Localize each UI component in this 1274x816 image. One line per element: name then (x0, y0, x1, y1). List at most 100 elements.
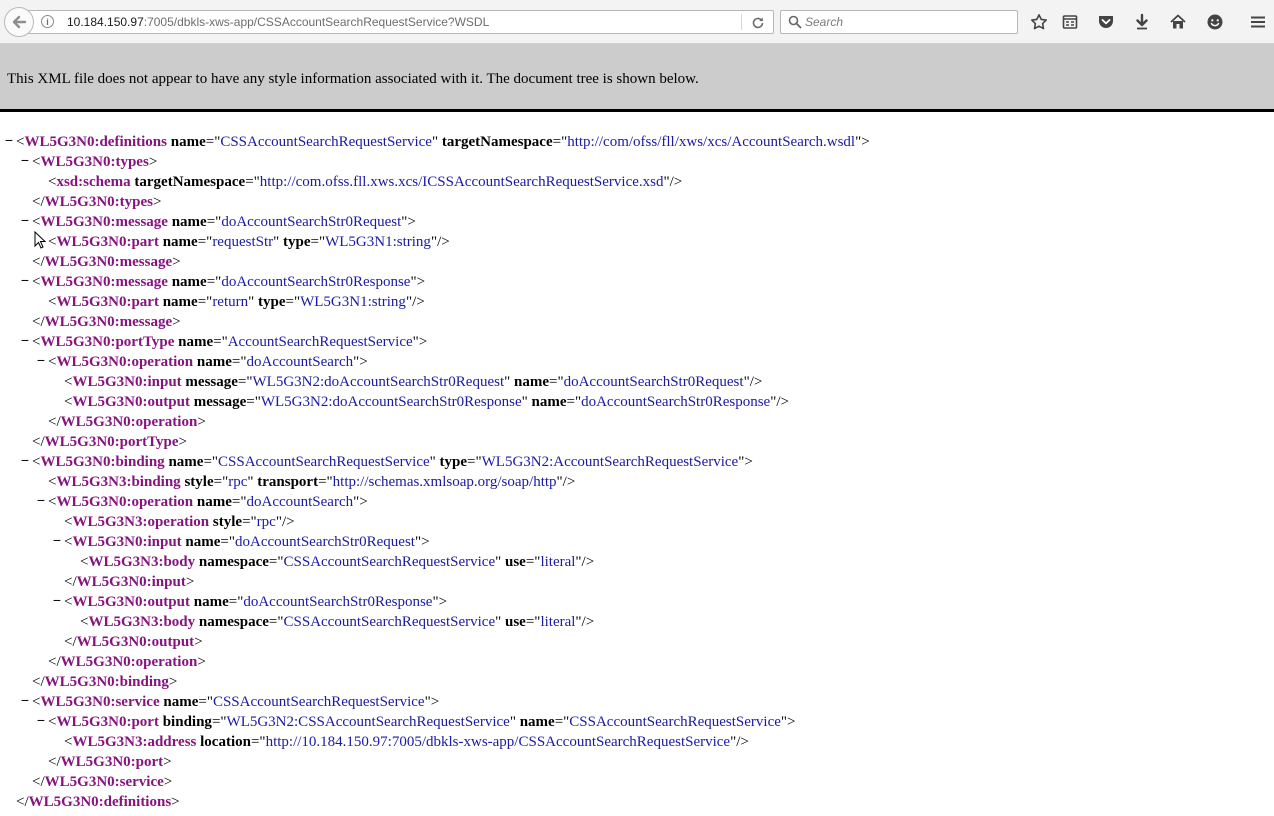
collapse-toggle[interactable]: − (18, 212, 32, 228)
xml-line: <WL5G3N0:types> (32, 152, 157, 172)
tag-close-bracket: > (163, 774, 173, 790)
collapse-toggle[interactable]: − (18, 452, 32, 468)
attribute-name: name (196, 494, 232, 510)
xml-line: </WL5G3N0:operation> (48, 652, 206, 672)
tag-close-bracket: > (787, 714, 796, 730)
collapse-toggle[interactable]: − (50, 592, 64, 608)
attribute-value: http://com.ofss.fll.xws.xcs/ICSSAccountS… (259, 174, 664, 190)
attribute-name: namespace (198, 554, 269, 570)
menu-button[interactable] (1247, 11, 1269, 33)
attribute-value: doAccountSearchStr0Request (235, 534, 415, 550)
xml-line: <WL5G3N0:message name="doAccountSearchSt… (32, 212, 416, 232)
back-button[interactable] (4, 7, 34, 37)
attribute-name: name (185, 534, 221, 550)
attribute-quote: =" (220, 534, 236, 550)
pocket-button[interactable] (1095, 11, 1117, 33)
info-icon[interactable]: i (41, 15, 54, 28)
tag-open-bracket: </ (32, 194, 45, 210)
tag-open-bracket: </ (32, 314, 45, 330)
attribute-value: rpc (228, 474, 248, 490)
attribute-name: type (258, 294, 286, 310)
tag-close-bracket: /> (581, 614, 595, 630)
tag-close-bracket: /> (412, 294, 425, 310)
attribute-quote: " (247, 474, 254, 490)
xml-line: <WL5G3N0:output name="doAccountSearchStr… (64, 592, 447, 612)
url-text[interactable]: 10.184.150.97:7005/dbkls-xws-app/CSSAcco… (67, 15, 489, 29)
collapse-toggle[interactable]: − (34, 352, 48, 368)
attribute-name: style (212, 514, 243, 530)
attribute-value: CSSAccountSearchRequestService (212, 694, 425, 710)
tag-name: WL5G3N0:input (72, 534, 182, 550)
attribute-value: doAccountSearchStr0Response (581, 394, 771, 410)
tag-name: WL5G3N3:body (88, 614, 196, 630)
tag-close-bracket: /> (437, 234, 450, 250)
attribute-value: WL5G3N2:doAccountSearchStr0Request (252, 374, 505, 390)
tag-close-bracket: > (172, 314, 181, 330)
download-arrow-icon (1136, 13, 1148, 30)
xml-line: <WL5G3N0:operation name="doAccountSearch… (48, 492, 368, 512)
tag-name: xsd:schema (56, 174, 131, 190)
collapse-toggle[interactable]: − (18, 272, 32, 288)
tag-name: WL5G3N0:operation (60, 414, 198, 430)
attribute-value: rpc (256, 514, 276, 530)
attribute-value: http://10.184.150.97:7005/dbkls-xws-app/… (265, 734, 731, 750)
xml-line: <WL5G3N0:binding name="CSSAccountSearchR… (32, 452, 753, 472)
tag-name: WL5G3N0:port (56, 714, 159, 730)
home-icon (1170, 14, 1186, 29)
attribute-quote: =" (554, 714, 570, 730)
search-box[interactable] (780, 10, 1018, 34)
reload-button[interactable] (749, 14, 767, 32)
back-arrow-icon (12, 15, 27, 29)
attribute-quote: =" (213, 334, 228, 350)
attribute-name: style (184, 474, 214, 490)
tag-close-bracket: > (172, 254, 181, 270)
attribute-quote: =" (525, 554, 541, 570)
tag-name: WL5G3N0:output (72, 594, 190, 610)
attribute-value: CSSAccountSearchRequestService (283, 614, 496, 630)
collapse-toggle[interactable]: − (18, 692, 32, 708)
tag-name: WL5G3N0:definitions (28, 794, 172, 810)
bookmark-star-button[interactable] (1028, 11, 1050, 33)
attribute-quote: =" (203, 454, 219, 470)
attribute-quote: =" (318, 474, 333, 490)
attribute-quote: " (273, 234, 280, 250)
url-path: :7005/dbkls-xws-app/CSSAccountSearchRequ… (143, 15, 490, 29)
xml-line: <WL5G3N0:definitions name="CSSAccountSea… (16, 132, 870, 152)
collapse-toggle[interactable]: − (50, 532, 64, 548)
tag-close-bracket: /> (562, 474, 576, 490)
attribute-name: name (178, 334, 214, 350)
tag-close-bracket: > (197, 654, 206, 670)
tag-name: WL5G3N0:operation (60, 654, 198, 670)
search-input[interactable] (805, 13, 1010, 31)
tag-close-bracket: > (421, 534, 430, 550)
collapse-toggle[interactable]: − (18, 332, 32, 348)
attribute-quote: =" (242, 514, 257, 530)
xml-line: </WL5G3N0:port> (48, 752, 172, 772)
attribute-value: requestStr (212, 234, 274, 250)
tag-name: WL5G3N0:part (56, 294, 159, 310)
collapse-toggle[interactable]: − (34, 492, 48, 508)
xml-line: <WL5G3N0:port binding="WL5G3N2:CSSAccoun… (48, 712, 796, 732)
tag-close-bracket: > (197, 414, 206, 430)
downloads-button[interactable] (1131, 11, 1153, 33)
tag-close-bracket: > (438, 594, 448, 610)
tag-name: WL5G3N0:message (40, 214, 168, 230)
attribute-quote: =" (268, 614, 284, 630)
collapse-toggle[interactable]: − (34, 712, 48, 728)
attribute-quote: =" (285, 294, 301, 310)
attribute-quote: =" (552, 134, 568, 150)
xml-line: <WL5G3N0:message name="doAccountSearchSt… (32, 272, 425, 292)
tag-name: WL5G3N0:portType (40, 334, 175, 350)
tag-open-bracket: </ (48, 414, 61, 430)
collapse-toggle[interactable]: − (18, 152, 32, 168)
attribute-quote: =" (245, 174, 260, 190)
collapse-toggle[interactable]: − (2, 132, 16, 148)
tag-close-bracket: > (418, 334, 428, 350)
home-button[interactable] (1167, 11, 1189, 33)
attribute-value: http://com/ofss/fll/xws/xcs/AccountSearc… (567, 134, 856, 150)
address-bar[interactable]: i 10.184.150.97:7005/dbkls-xws-app/CSSAc… (18, 10, 774, 34)
reading-list-button[interactable] (1059, 11, 1081, 33)
hello-button[interactable] (1204, 11, 1226, 33)
attribute-name: message (193, 394, 247, 410)
xml-line: </WL5G3N0:message> (32, 252, 181, 272)
